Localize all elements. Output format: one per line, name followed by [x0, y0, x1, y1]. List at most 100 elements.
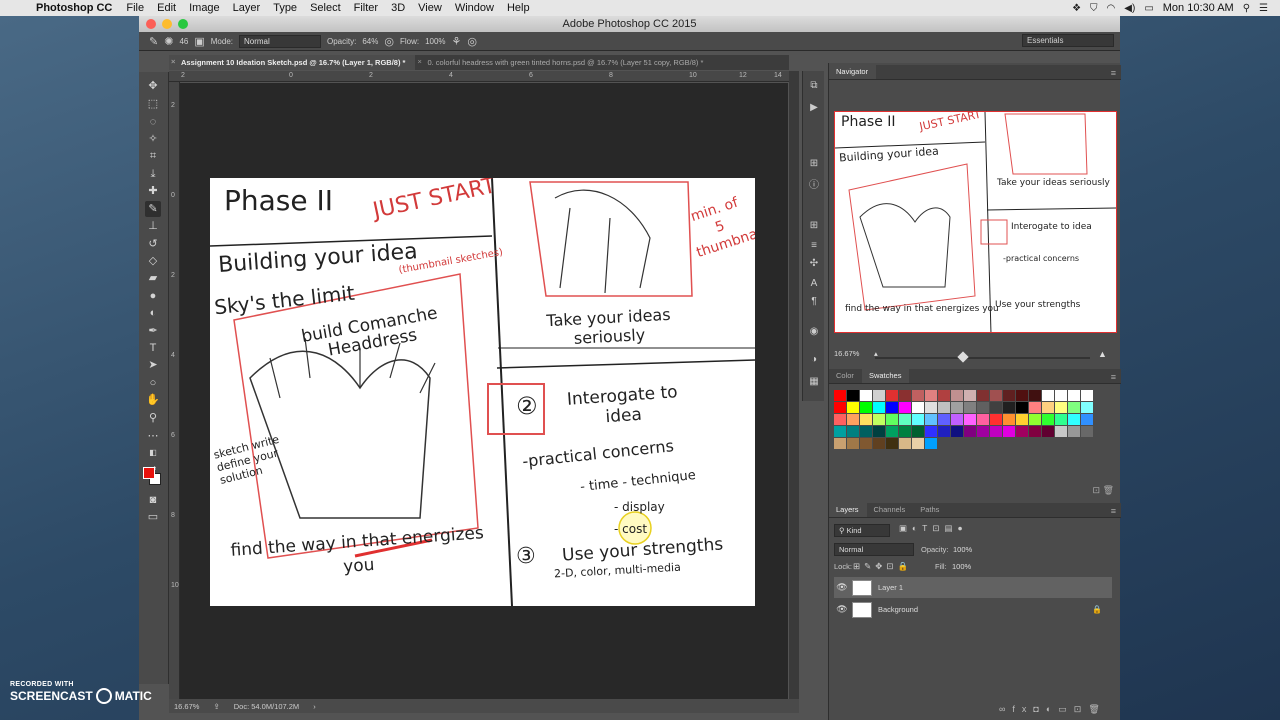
gradient-tool-icon[interactable]: ▰ — [145, 270, 161, 286]
opacity-value[interactable]: 64% — [362, 37, 378, 46]
more-tools-icon[interactable]: ⋯ — [145, 428, 161, 444]
navigator-preview[interactable]: Phase II JUST START Building your idea T… — [834, 111, 1117, 333]
color-swatch[interactable] — [860, 390, 872, 401]
color-swatch[interactable] — [886, 414, 898, 425]
menu-3d[interactable]: 3D — [391, 2, 405, 14]
eyedropper-tool-icon[interactable]: ⤓ — [145, 166, 161, 182]
menu-type[interactable]: Type — [273, 2, 297, 14]
color-swatch[interactable] — [912, 402, 924, 413]
brush-tool-icon[interactable]: ✎ — [145, 201, 161, 217]
layer-filter-icons[interactable]: ▣◐T⊡▤● — [899, 523, 968, 534]
color-swatch[interactable] — [1029, 414, 1041, 425]
tab-layers[interactable]: Layers — [829, 502, 867, 517]
tab-navigator[interactable]: Navigator — [829, 64, 877, 79]
color-swatch[interactable] — [834, 438, 846, 449]
tool-presets-icon[interactable]: ✣ — [807, 257, 821, 271]
color-swatch[interactable] — [925, 402, 937, 413]
tab-assignment-10[interactable]: × Assignment 10 Ideation Sketch.psd @ 16… — [169, 55, 416, 70]
mode-dropdown[interactable]: Normal — [238, 34, 321, 48]
menu-clock[interactable]: Mon 10:30 AM — [1163, 2, 1234, 14]
stamp-tool-icon[interactable]: ⊥ — [145, 218, 161, 234]
history-icon[interactable]: ⧉ — [807, 79, 821, 93]
visibility-eye-icon[interactable]: 👁 — [834, 582, 850, 593]
lock-icons[interactable]: ⊞✎✥⊡🔒 — [853, 561, 912, 572]
color-swatch[interactable] — [834, 414, 846, 425]
color-swatch[interactable] — [1055, 426, 1067, 437]
close-window-button[interactable] — [146, 19, 156, 29]
color-swatch[interactable] — [1042, 426, 1054, 437]
fill-value[interactable]: 100% — [952, 562, 971, 571]
color-swatch[interactable] — [990, 390, 1002, 401]
color-swatch[interactable] — [886, 402, 898, 413]
color-swatch[interactable] — [990, 414, 1002, 425]
color-swatch[interactable] — [912, 426, 924, 437]
spotlight-icon[interactable]: ⚲ — [1243, 3, 1250, 14]
eraser-tool-icon[interactable]: ◇ — [145, 253, 161, 269]
color-swatch[interactable] — [1042, 390, 1054, 401]
path-select-tool-icon[interactable]: ➤ — [145, 357, 161, 373]
brush-tool-icon[interactable]: ✎ — [149, 35, 158, 48]
color-swatch[interactable] — [847, 390, 859, 401]
color-swatch[interactable] — [977, 402, 989, 413]
brush-presets-icon[interactable]: ⊞ — [807, 219, 821, 233]
crop-tool-icon[interactable]: ⌗ — [145, 148, 161, 164]
workspace-dropdown[interactable]: Essentials — [1022, 34, 1114, 47]
tab-color[interactable]: Color — [829, 371, 862, 383]
adjust-icon[interactable]: ⊞ — [807, 157, 821, 171]
battery-icon[interactable]: ▭ — [1144, 3, 1153, 14]
color-swatch[interactable] — [834, 390, 846, 401]
status-more-icon[interactable]: › — [313, 702, 316, 711]
color-swatch[interactable] — [1016, 414, 1028, 425]
dodge-tool-icon[interactable]: ◐ — [145, 305, 161, 321]
menu-select[interactable]: Select — [310, 2, 341, 14]
color-swatch[interactable] — [847, 426, 859, 437]
menu-edit[interactable]: Edit — [157, 2, 176, 14]
move-tool-icon[interactable]: ✥ — [145, 78, 161, 94]
layer-footer-icons[interactable]: ∞fx◘◐▭⊡🗑 — [999, 704, 1107, 715]
color-swatch[interactable] — [899, 414, 911, 425]
info-icon[interactable]: ⓘ — [807, 179, 821, 193]
color-swatch[interactable] — [847, 414, 859, 425]
brush-size[interactable]: 46 — [179, 37, 188, 46]
layer-kind-filter[interactable]: ⚲ Kind — [834, 524, 890, 537]
color-swatch[interactable] — [1055, 390, 1067, 401]
menu-filter[interactable]: Filter — [354, 2, 378, 14]
type-tool-icon[interactable]: T — [145, 340, 161, 356]
color-swatch[interactable] — [860, 438, 872, 449]
menu-image[interactable]: Image — [189, 2, 220, 14]
menu-layer[interactable]: Layer — [233, 2, 261, 14]
color-swatch[interactable] — [873, 402, 885, 413]
color-swatch[interactable] — [925, 426, 937, 437]
close-tab-icon[interactable]: × — [171, 57, 175, 66]
color-swatch[interactable] — [847, 438, 859, 449]
color-swatch[interactable] — [1016, 426, 1028, 437]
status-share-icon[interactable]: ⇪ — [213, 702, 219, 711]
marquee-tool-icon[interactable]: ⬚ — [145, 96, 161, 112]
color-swatch[interactable] — [977, 390, 989, 401]
visibility-eye-icon[interactable]: 👁 — [834, 604, 850, 615]
volume-icon[interactable]: ◀) — [1124, 3, 1135, 14]
color-swatch[interactable] — [1016, 390, 1028, 401]
menu-help[interactable]: Help — [507, 2, 530, 14]
menu-view[interactable]: View — [418, 2, 442, 14]
color-swatch[interactable] — [1081, 414, 1093, 425]
color-swatch[interactable] — [834, 426, 846, 437]
libraries-icon[interactable]: ◉ — [807, 325, 821, 339]
new-swatch-icon[interactable]: ⊡ — [1092, 485, 1100, 496]
color-swatch[interactable] — [1042, 414, 1054, 425]
delete-swatch-icon[interactable]: 🗑 — [1103, 485, 1114, 496]
color-swatch[interactable] — [873, 426, 885, 437]
default-colors-icon[interactable]: ◧ ⇄ — [145, 445, 161, 473]
paragraph-icon[interactable]: ¶ — [807, 295, 821, 309]
color-swatch[interactable] — [1068, 402, 1080, 413]
blur-tool-icon[interactable]: ● — [145, 288, 161, 304]
menu-window[interactable]: Window — [455, 2, 494, 14]
color-swatch[interactable] — [847, 402, 859, 413]
minimize-window-button[interactable] — [162, 19, 172, 29]
color-swatch[interactable] — [1016, 402, 1028, 413]
app-menu[interactable]: Photoshop CC — [36, 2, 112, 14]
panel-menu-icon[interactable]: ≡ — [1111, 68, 1116, 78]
color-swatch[interactable] — [899, 402, 911, 413]
color-swatch[interactable] — [951, 402, 963, 413]
tab-channels[interactable]: Channels — [867, 505, 914, 517]
